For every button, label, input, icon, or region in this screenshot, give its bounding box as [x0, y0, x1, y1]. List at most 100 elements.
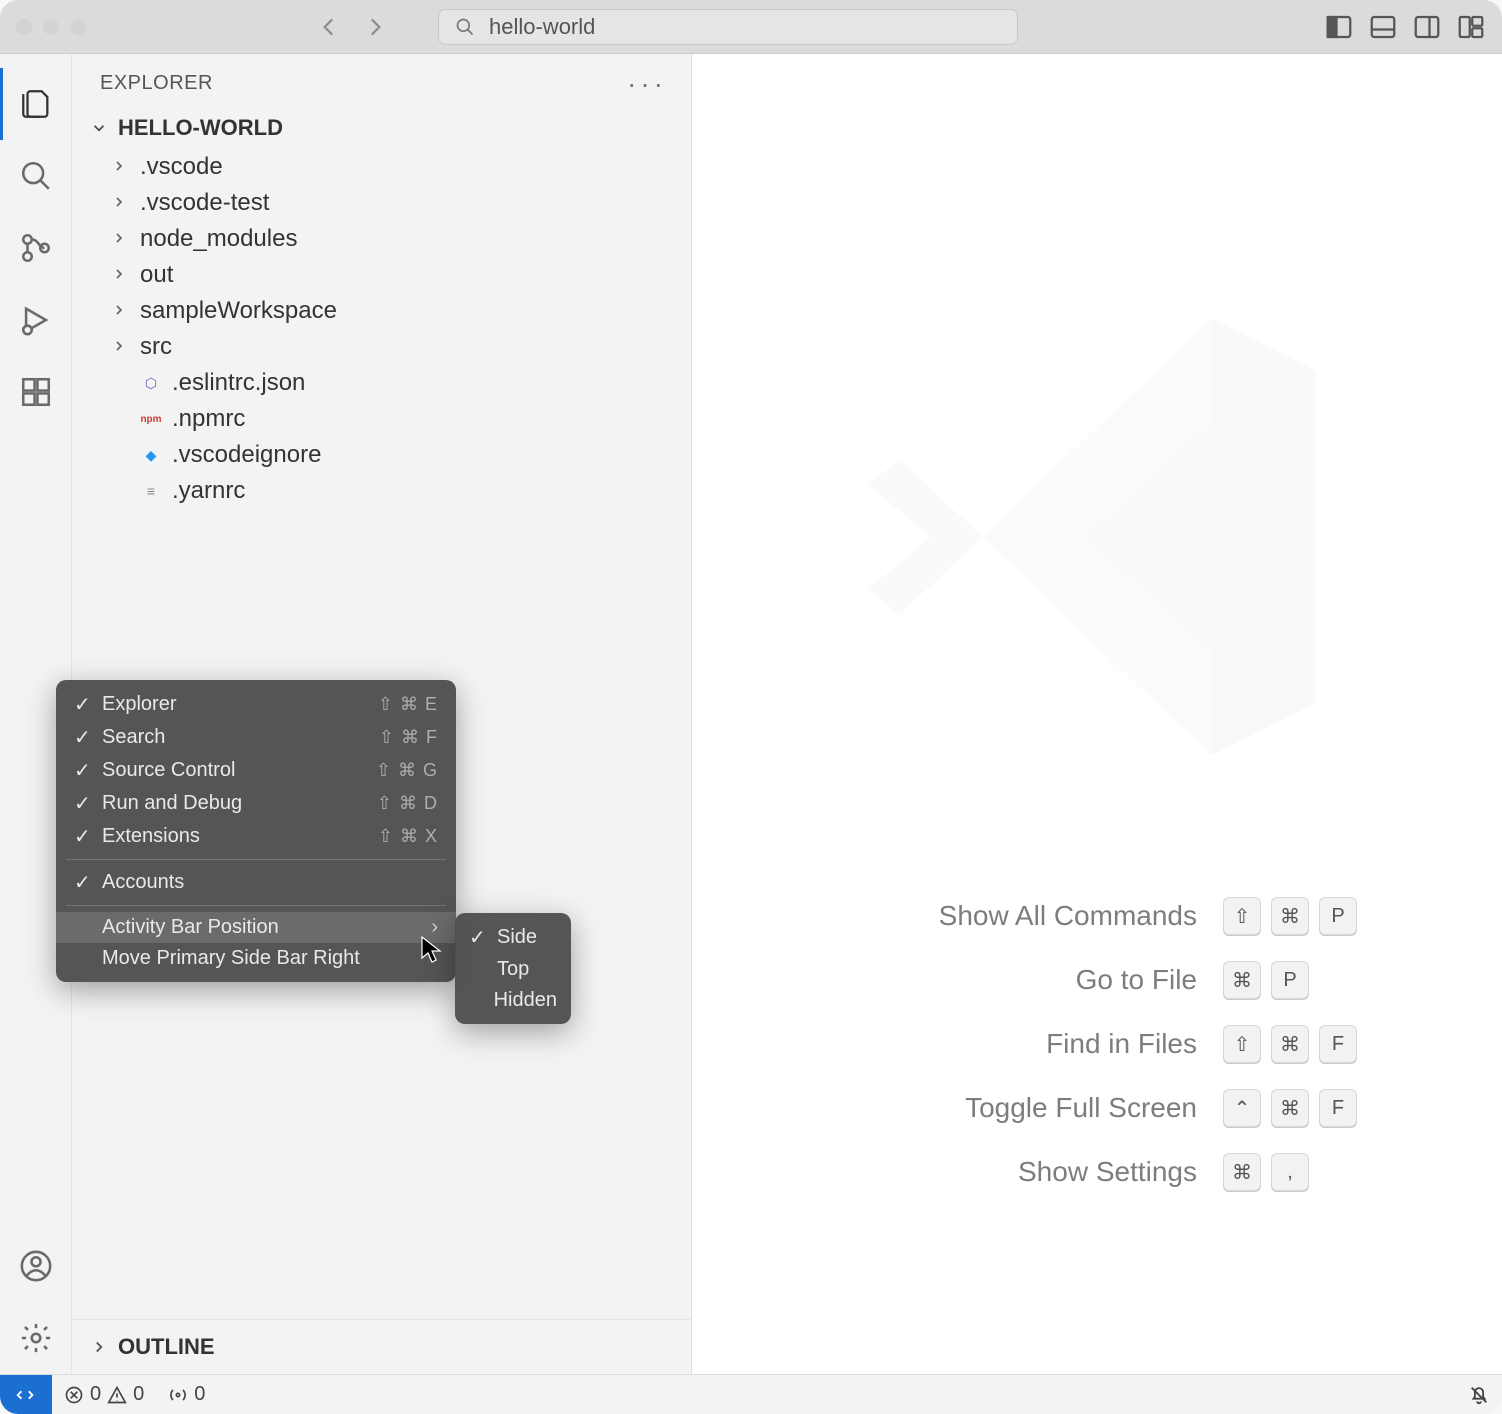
eslint-file-icon: ⬡ — [140, 372, 162, 394]
tree-folder[interactable]: .vscode — [108, 149, 691, 185]
remote-indicator[interactable] — [0, 1375, 52, 1414]
status-problems[interactable]: 0 0 — [52, 1383, 156, 1406]
keyboard-key: P — [1319, 897, 1357, 935]
menu-item[interactable]: ✓Search⇧ ⌘ F — [56, 721, 456, 754]
sidebar-title: EXPLORER — [100, 72, 213, 95]
workspace-root-label: HELLO-WORLD — [118, 115, 283, 141]
activity-run-debug[interactable] — [0, 284, 72, 356]
tree-file[interactable]: npm.npmrc — [108, 401, 691, 437]
keyboard-key: ⌘ — [1223, 961, 1261, 999]
tree-item-label: .eslintrc.json — [172, 369, 305, 397]
files-icon — [19, 87, 53, 121]
outline-section[interactable]: OUTLINE — [72, 1319, 691, 1374]
shortcut-label: Show All Commands — [837, 900, 1197, 932]
tree-folder[interactable]: src — [108, 329, 691, 365]
gear-icon — [19, 1321, 53, 1355]
tree-file[interactable]: ⬡ .eslintrc.json — [108, 365, 691, 401]
chevron-right-icon — [108, 189, 130, 217]
chevron-right-icon — [108, 225, 130, 253]
menu-separator — [66, 905, 446, 906]
keyboard-key: ⇧ — [1223, 1025, 1261, 1063]
npm-file-icon: npm — [140, 408, 162, 430]
zoom-dot[interactable] — [70, 19, 86, 35]
check-icon: ✓ — [74, 725, 92, 750]
menu-label: Hidden — [494, 989, 557, 1012]
keyboard-key: F — [1319, 1025, 1357, 1063]
activity-extensions[interactable] — [0, 356, 72, 428]
tree-file[interactable]: ◆.vscodeignore — [108, 437, 691, 473]
menu-shortcut: ⇧ ⌘ X — [378, 826, 438, 847]
tree-item-label: .yarnrc — [172, 477, 245, 505]
activity-source-control[interactable] — [0, 212, 72, 284]
tree-file[interactable]: ≡.yarnrc — [108, 473, 691, 509]
submenu-item[interactable]: ✓Side — [455, 921, 571, 954]
keyboard-key: ⇧ — [1223, 897, 1261, 935]
customize-layout-icon[interactable] — [1456, 12, 1486, 42]
submenu-item[interactable]: Hidden — [455, 985, 571, 1016]
toggle-primary-sidebar-icon[interactable] — [1324, 12, 1354, 42]
menu-item[interactable]: ✓Extensions⇧ ⌘ X — [56, 820, 456, 853]
menu-label: Activity Bar Position — [102, 916, 279, 939]
shortcut-row: Show All Commands ⇧ ⌘ P — [837, 897, 1357, 935]
activity-settings[interactable] — [0, 1302, 72, 1374]
activity-explorer[interactable] — [0, 68, 72, 140]
menu-item-move-sidebar-right[interactable]: Move Primary Side Bar Right — [56, 943, 456, 974]
activity-search[interactable] — [0, 140, 72, 212]
status-ports[interactable]: 0 — [156, 1383, 217, 1406]
menu-shortcut: ⇧ ⌘ D — [377, 793, 438, 814]
nav-forward-icon[interactable] — [362, 14, 388, 40]
tree-item-label: .vscode — [140, 153, 223, 181]
search-icon — [19, 159, 53, 193]
menu-label: Side — [497, 926, 537, 949]
menu-shortcut: ⇧ ⌘ G — [376, 760, 438, 781]
tree-item-label: node_modules — [140, 225, 297, 253]
activity-accounts[interactable] — [0, 1230, 72, 1302]
tree-folder[interactable]: sampleWorkspace — [108, 293, 691, 329]
close-dot[interactable] — [16, 19, 32, 35]
submenu-item[interactable]: Top — [455, 954, 571, 985]
sidebar-more-icon[interactable]: ··· — [627, 79, 667, 89]
menu-item-activity-bar-position[interactable]: Activity Bar Position › — [56, 912, 456, 943]
chevron-right-icon — [90, 1338, 108, 1356]
shortcut-label: Show Settings — [837, 1156, 1197, 1188]
menu-item-accounts[interactable]: ✓ Accounts — [56, 866, 456, 899]
keyboard-key: F — [1319, 1089, 1357, 1127]
command-center[interactable]: hello-world — [438, 9, 1018, 45]
shortcut-row: Toggle Full Screen⌃⌘F — [837, 1089, 1357, 1127]
search-icon — [455, 17, 475, 37]
shortcut-label: Toggle Full Screen — [837, 1092, 1197, 1124]
menu-label: Extensions — [102, 825, 200, 848]
status-notifications[interactable] — [1456, 1384, 1502, 1406]
menu-label: Accounts — [102, 871, 184, 894]
shortcut-row: Find in Files⇧⌘F — [837, 1025, 1357, 1063]
status-bar: 0 0 0 — [0, 1374, 1502, 1414]
activity-bar-position-submenu: ✓Side Top Hidden — [455, 913, 571, 1024]
tree-folder[interactable]: out — [108, 257, 691, 293]
menu-item[interactable]: ✓Run and Debug⇧ ⌘ D — [56, 787, 456, 820]
menu-shortcut: ⇧ ⌘ E — [378, 694, 438, 715]
check-icon: ✓ — [74, 758, 92, 783]
toggle-panel-icon[interactable] — [1368, 12, 1398, 42]
activitybar-context-menu: ✓Explorer⇧ ⌘ E✓Search⇧ ⌘ F✓Source Contro… — [56, 680, 456, 982]
tree-folder[interactable]: node_modules — [108, 221, 691, 257]
menu-item[interactable]: ✓Source Control⇧ ⌘ G — [56, 754, 456, 787]
menu-item[interactable]: ✓Explorer⇧ ⌘ E — [56, 688, 456, 721]
run-debug-icon — [19, 303, 53, 337]
error-icon — [64, 1385, 84, 1405]
keyboard-key: ⌘ — [1271, 897, 1309, 935]
chevron-right-icon — [108, 297, 130, 325]
minimize-dot[interactable] — [43, 19, 59, 35]
tree-folder[interactable]: .vscode-test — [108, 185, 691, 221]
menu-separator — [66, 859, 446, 860]
menu-label: Top — [497, 958, 529, 981]
keyboard-key: ⌘ — [1271, 1089, 1309, 1127]
mouse-cursor — [420, 936, 442, 969]
nav-back-icon[interactable] — [316, 14, 342, 40]
workspace-root[interactable]: HELLO-WORLD — [72, 107, 691, 149]
shortcut-label: Go to File — [837, 964, 1197, 996]
chevron-right-icon — [108, 153, 130, 181]
keyboard-key: P — [1271, 961, 1309, 999]
check-icon: ✓ — [74, 692, 92, 717]
toggle-secondary-sidebar-icon[interactable] — [1412, 12, 1442, 42]
tree-item-label: .vscodeignore — [172, 441, 321, 469]
